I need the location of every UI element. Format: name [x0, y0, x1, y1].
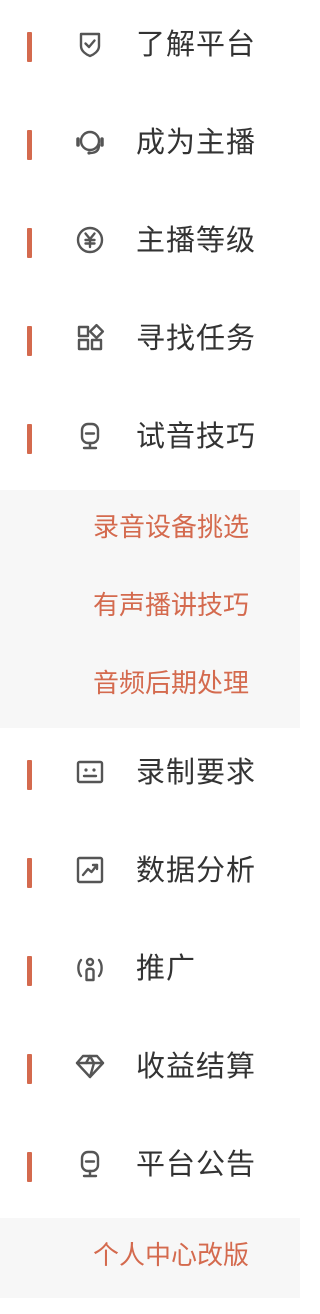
menu-item-label: 了解平台	[136, 27, 257, 61]
menu-item-label: 试音技巧	[136, 419, 257, 453]
menu-item-host-level[interactable]: 主播等级	[0, 196, 300, 294]
accent-bar	[27, 956, 32, 986]
microphone-icon	[75, 421, 105, 451]
submenu-item-personal-center-redesign[interactable]: 个人中心改版	[0, 1236, 300, 1314]
submenu-item-narration-tips[interactable]: 有声播讲技巧	[0, 586, 300, 664]
menu-item-label: 推广	[136, 951, 197, 985]
menu-item-audition-tips[interactable]: 试音技巧	[0, 392, 300, 490]
menu-item-label: 收益结算	[136, 1049, 257, 1083]
submenu-audition-tips: 录音设备挑选 有声播讲技巧 音频后期处理	[0, 490, 300, 728]
menu-item-data-analysis[interactable]: 数据分析	[0, 826, 300, 924]
microphone-icon	[75, 1149, 105, 1179]
accent-bar	[27, 424, 32, 454]
submenu-platform-announcements: 个人中心改版	[0, 1218, 300, 1298]
shield-check-icon	[75, 29, 105, 59]
menu-item-label: 平台公告	[136, 1147, 257, 1181]
sidebar-menu: 了解平台 成为主播 主播等级 寻找任务 试音技巧 录音设备挑选 有声播讲技巧 音…	[0, 0, 300, 1298]
menu-item-label: 成为主播	[136, 125, 257, 159]
headset-icon	[75, 127, 105, 157]
menu-item-earnings-settlement[interactable]: 收益结算	[0, 1022, 300, 1120]
accent-bar	[27, 130, 32, 160]
accent-bar	[27, 1152, 32, 1182]
menu-item-recording-requirements[interactable]: 录制要求	[0, 728, 300, 826]
submenu-item-recording-equipment[interactable]: 录音设备挑选	[0, 508, 300, 586]
accent-bar	[27, 326, 32, 356]
accent-bar	[27, 32, 32, 62]
menu-item-label: 主播等级	[136, 223, 257, 257]
menu-item-become-host[interactable]: 成为主播	[0, 98, 300, 196]
menu-item-label: 录制要求	[136, 755, 257, 789]
accent-bar	[27, 760, 32, 790]
yen-circle-icon	[75, 225, 105, 255]
menu-item-about-platform[interactable]: 了解平台	[0, 0, 300, 98]
diamond-icon	[75, 1051, 105, 1081]
broadcast-person-icon	[75, 953, 105, 983]
grid-apps-icon	[75, 323, 105, 353]
menu-item-label: 寻找任务	[136, 321, 257, 355]
accent-bar	[27, 1054, 32, 1084]
menu-item-promotion[interactable]: 推广	[0, 924, 300, 1022]
menu-item-platform-announcements[interactable]: 平台公告	[0, 1120, 300, 1218]
accent-bar	[27, 858, 32, 888]
trend-chart-icon	[75, 855, 105, 885]
accent-bar	[27, 228, 32, 258]
screen-icon	[75, 757, 105, 787]
menu-item-find-tasks[interactable]: 寻找任务	[0, 294, 300, 392]
menu-item-label: 数据分析	[136, 853, 257, 887]
